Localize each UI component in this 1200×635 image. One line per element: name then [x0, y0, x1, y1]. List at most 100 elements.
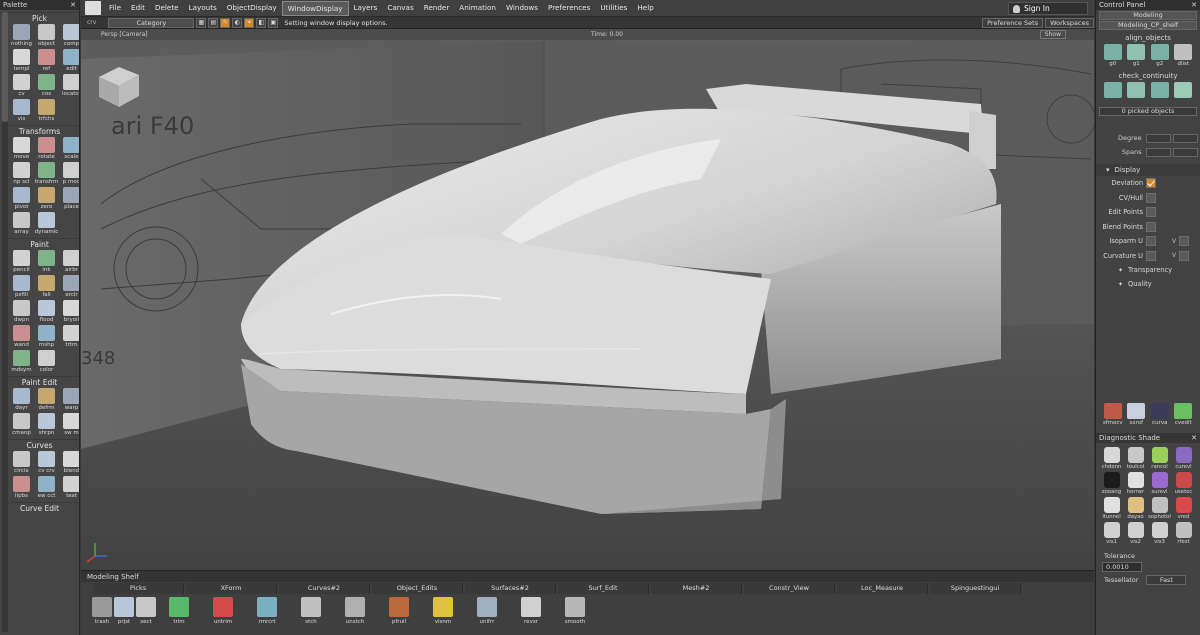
- palette-tool[interactable]: dwpn: [10, 300, 33, 324]
- palette-tool[interactable]: erclr: [60, 275, 79, 299]
- diagnostic-tool[interactable]: zooang: [1100, 472, 1123, 497]
- shelf-tool[interactable]: trim: [157, 597, 201, 625]
- palette-tool[interactable]: place: [60, 187, 79, 211]
- palette-tool[interactable]: warp: [60, 388, 79, 412]
- palette-tool[interactable]: trtrn: [60, 325, 79, 349]
- palette-tool[interactable]: blend: [60, 451, 79, 475]
- cp-tool[interactable]: g0: [1102, 44, 1124, 68]
- diagnostic-tool[interactable]: curevl: [1172, 447, 1195, 472]
- spans-field[interactable]: [1145, 147, 1171, 157]
- cp-tool[interactable]: cvedit: [1173, 403, 1195, 427]
- display-sub-option[interactable]: Quality: [1096, 277, 1200, 291]
- diagnostic-tool[interactable]: usetec: [1172, 472, 1195, 497]
- shelf-tool[interactable]: unifrr: [465, 597, 509, 625]
- palette-tool[interactable]: ink: [35, 250, 58, 274]
- diagnostic-tool[interactable]: ltunnel: [1100, 497, 1123, 522]
- palette-tool[interactable]: cmanp: [10, 413, 33, 437]
- palette-tool[interactable]: flood: [35, 300, 58, 324]
- palette-tool[interactable]: mdsym: [10, 350, 33, 374]
- cp-tool[interactable]: curva: [1149, 403, 1171, 427]
- menu-objectdisplay[interactable]: ObjectDisplay: [222, 1, 282, 16]
- v-direction-checkbox[interactable]: [1179, 236, 1190, 247]
- diagnostic-tool[interactable]: vred: [1172, 497, 1195, 522]
- palette-tool[interactable]: array: [10, 212, 33, 236]
- display-section-header[interactable]: ▾ Display: [1096, 164, 1200, 176]
- cp-tool[interactable]: g2: [1149, 44, 1171, 68]
- sign-in-button[interactable]: Sign In: [1008, 2, 1088, 15]
- palette-tool[interactable]: color: [35, 350, 58, 374]
- palette-tool[interactable]: zero: [35, 187, 58, 211]
- palette-tool[interactable]: pencil: [10, 250, 33, 274]
- diagnostic-tool[interactable]: rfest: [1172, 522, 1195, 547]
- palette-tool[interactable]: sw m: [60, 413, 79, 437]
- cp-tool[interactable]: sxrof: [1126, 403, 1148, 427]
- diagnostic-tool[interactable]: vis1: [1100, 522, 1123, 547]
- shelf-tab[interactable]: Constr_View: [744, 583, 835, 594]
- spans-field-v[interactable]: [1172, 147, 1198, 157]
- app-logo-icon[interactable]: [85, 1, 101, 15]
- display-option-checkbox[interactable]: [1146, 207, 1156, 218]
- close-icon[interactable]: ✕: [1191, 434, 1197, 442]
- palette-tool[interactable]: transfrm: [35, 162, 58, 186]
- close-icon[interactable]: ✕: [70, 1, 76, 9]
- snap-icon[interactable]: ✎: [220, 17, 231, 28]
- display-option-checkbox[interactable]: [1146, 192, 1156, 203]
- palette-tool[interactable]: vis: [10, 99, 33, 123]
- menu-file[interactable]: File: [104, 1, 126, 16]
- continuity-tool[interactable]: [1126, 82, 1148, 98]
- shelf-tool[interactable]: visnm: [421, 597, 465, 625]
- shelf-tool[interactable]: rmrcrt: [245, 597, 289, 625]
- view-icon[interactable]: ◧: [256, 17, 267, 28]
- menu-render[interactable]: Render: [419, 1, 455, 16]
- show-button[interactable]: Show: [1039, 30, 1066, 39]
- diagnostic-tool[interactable]: sophotol: [1148, 497, 1171, 522]
- diagnostic-tool[interactable]: vis3: [1148, 522, 1171, 547]
- continuity-tool[interactable]: [1149, 82, 1171, 98]
- menu-layouts[interactable]: Layouts: [184, 1, 222, 16]
- menu-canvas[interactable]: Canvas: [382, 1, 418, 16]
- shelf-tool[interactable]: sect: [135, 597, 157, 625]
- menu-animation[interactable]: Animation: [454, 1, 501, 16]
- degree-field[interactable]: [1145, 133, 1171, 143]
- continuity-tool[interactable]: [1102, 82, 1124, 98]
- palette-tool[interactable]: edit: [60, 49, 79, 73]
- palette-tool[interactable]: comp: [60, 24, 79, 48]
- shelf-tool[interactable]: untrim: [201, 597, 245, 625]
- shelf-tab[interactable]: XForm: [186, 583, 277, 594]
- palette-tool[interactable]: scale: [60, 137, 79, 161]
- palette-section-header[interactable]: Curves: [0, 439, 79, 451]
- shelf-tool[interactable]: smooth: [553, 597, 597, 625]
- shelf-tab[interactable]: Spinguestingui: [930, 583, 1021, 594]
- palette-tool[interactable]: mshp: [35, 325, 58, 349]
- shelf-name-dropdown[interactable]: Modeling_CP_shelf: [1099, 21, 1197, 30]
- palette-tool[interactable]: lipbs: [10, 476, 33, 500]
- palette-tool[interactable]: templ: [10, 49, 33, 73]
- palette-tool[interactable]: bryoil: [60, 300, 79, 324]
- shelf-tab[interactable]: Mesh#2: [651, 583, 742, 594]
- palette-tool[interactable]: ref: [35, 49, 58, 73]
- camera-label[interactable]: Persp [Camera]: [101, 31, 148, 38]
- shelf-tab[interactable]: Object_Edits: [372, 583, 463, 594]
- display-option-checkbox[interactable]: [1146, 178, 1156, 189]
- palette-tool[interactable]: shrpn: [35, 413, 58, 437]
- palette-tool[interactable]: rotate: [35, 137, 58, 161]
- cp-tool[interactable]: sfmocv: [1102, 403, 1124, 427]
- menu-delete[interactable]: Delete: [150, 1, 184, 16]
- shelf-tool[interactable]: revsr: [509, 597, 553, 625]
- layout-icon[interactable]: ▤: [208, 17, 219, 28]
- palette-section-header[interactable]: Pick: [0, 12, 79, 24]
- v-direction-checkbox[interactable]: [1179, 250, 1190, 261]
- palette-section-header[interactable]: Curve Edit: [0, 502, 79, 514]
- menu-windowdisplay[interactable]: WindowDisplay: [281, 0, 349, 16]
- palette-scrollbar[interactable]: [2, 12, 8, 632]
- palette-tool[interactable]: ew cct: [35, 476, 58, 500]
- diagnostic-tool[interactable]: chdonn: [1100, 447, 1123, 472]
- palette-tool[interactable]: cv crv: [35, 451, 58, 475]
- shelf-tab[interactable]: Surf_Edit: [558, 583, 649, 594]
- palette-tool[interactable]: dayr: [10, 388, 33, 412]
- shelf-tool[interactable]: trash: [91, 597, 113, 625]
- palette-tool[interactable]: object: [35, 24, 58, 48]
- display-option-checkbox[interactable]: [1146, 236, 1156, 247]
- palette-tool[interactable]: p mod: [60, 162, 79, 186]
- palette-tool[interactable]: defrm: [35, 388, 58, 412]
